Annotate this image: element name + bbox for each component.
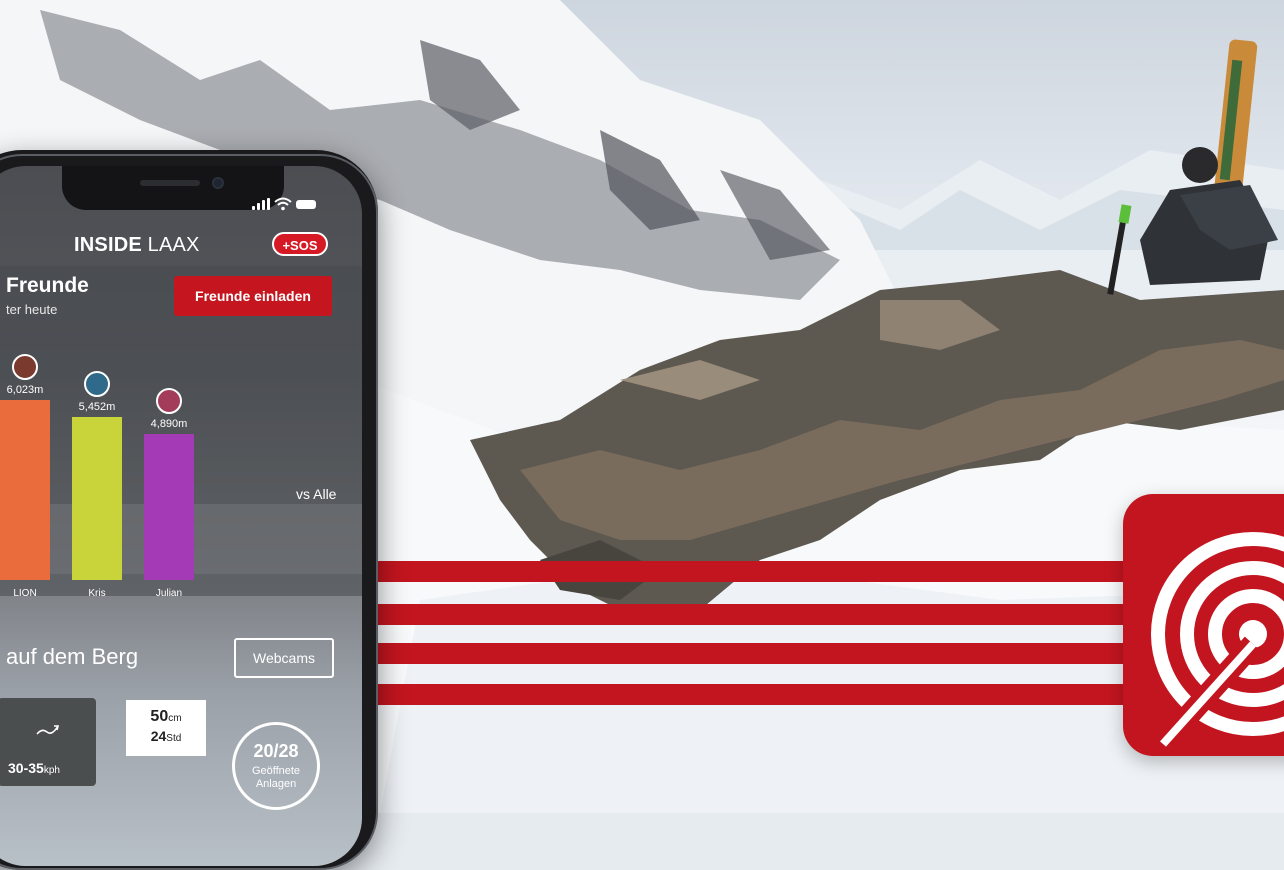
brand-bold: INSIDE (74, 234, 142, 256)
red-stripe (373, 684, 1133, 705)
signal-icon (252, 198, 270, 210)
leaderboard-bar (0, 400, 50, 580)
mountain-section-title: auf dem Berg (6, 644, 139, 669)
brand-light: LAAX (147, 234, 200, 256)
snow-period-value: 24 (150, 728, 167, 744)
leaderboard-name: Julian (155, 588, 183, 599)
leaderboard-value: 4,890m (150, 418, 188, 430)
snow-period: 24Std (126, 728, 206, 744)
snow-period-unit: Std (166, 733, 182, 744)
open-lifts-count: 20/28 (253, 741, 299, 761)
phone-notch (62, 166, 284, 210)
front-camera (212, 177, 224, 189)
app-header: INSIDE LAAX +SOS (0, 226, 362, 266)
sos-button[interactable]: +SOS (272, 232, 328, 256)
friend-avatar[interactable] (156, 388, 182, 414)
friend-avatar[interactable] (12, 354, 38, 380)
wind-card[interactable]: 30-35kph (0, 698, 96, 786)
red-stripe (373, 643, 1133, 664)
red-stripe (373, 604, 1133, 625)
app-title: INSIDE LAAX (74, 234, 200, 257)
status-bar (252, 196, 342, 212)
wind-icon (36, 725, 60, 735)
leaderboard-bar (144, 434, 194, 580)
wifi-icon (274, 197, 292, 211)
open-lifts-label: Geöffnete Anlagen (251, 765, 301, 790)
phone-screen: INSIDE LAAX +SOS Freunde ter heute Freun… (0, 166, 362, 866)
speaker-grille (140, 180, 200, 186)
leaderboard-value: 5,452m (78, 401, 116, 413)
snow-depth: 50cm (126, 708, 206, 726)
leaderboard-chart: 6,023m LION 5,452m Kris 4,890m Julian (0, 266, 362, 599)
wind-speed-unit: kph (43, 765, 60, 776)
target-logo-icon (1151, 532, 1284, 752)
wind-speed: 30-35kph (8, 760, 60, 776)
snow-card[interactable]: 50cm 24Std (126, 700, 206, 756)
leaderboard-value: 6,023m (6, 384, 44, 396)
leaderboard-name: LION (13, 588, 37, 599)
snow-depth-unit: cm (168, 713, 182, 724)
red-stripe (373, 561, 1133, 582)
open-lifts-ring[interactable]: 20/28 Geöffnete Anlagen (232, 722, 320, 810)
snow-depth-value: 50 (150, 708, 169, 725)
webcams-button[interactable]: Webcams (234, 638, 334, 678)
friends-panel: Freunde ter heute Freunde einladen vs Al… (0, 266, 362, 599)
friend-avatar[interactable] (84, 371, 110, 397)
wind-speed-value: 30-35 (8, 760, 44, 776)
app-icon[interactable] (1123, 494, 1284, 756)
leaderboard-name: Kris (88, 588, 106, 599)
battery-icon (296, 200, 316, 209)
leaderboard-bar (72, 417, 122, 580)
